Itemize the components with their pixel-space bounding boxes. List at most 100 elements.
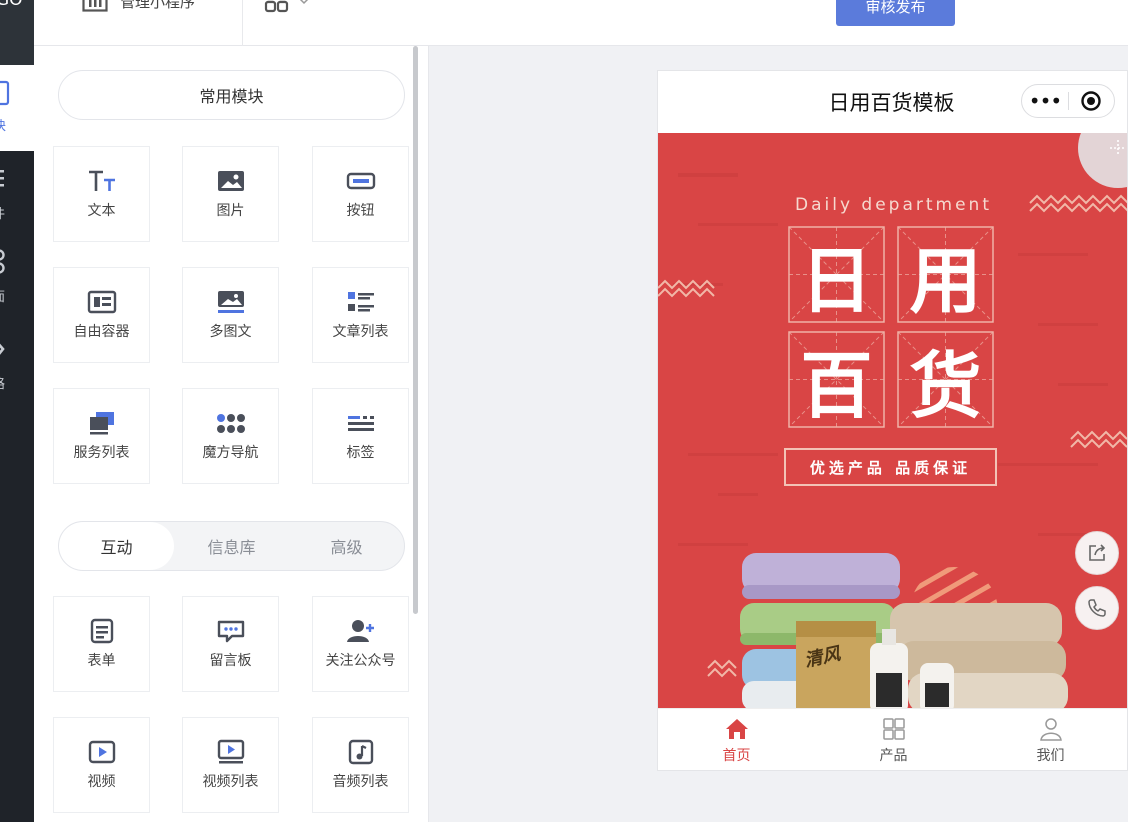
bottom-nav: 首页 产品 我们 — [658, 708, 1127, 770]
banner-char: 用 — [909, 239, 982, 323]
module-label: 魔方导航 — [202, 445, 259, 461]
module-label: 文章列表 — [332, 324, 389, 340]
module-label: 多图文 — [209, 324, 252, 340]
list-icon — [0, 170, 4, 187]
tab-info-library[interactable]: 信息库 — [174, 522, 289, 570]
nav-about-us[interactable]: 我们 — [972, 709, 1127, 770]
nav-label: 首页 — [722, 747, 751, 764]
service-list-icon — [89, 412, 114, 435]
nav-home[interactable]: 首页 — [658, 709, 815, 770]
record-icon — [1081, 91, 1102, 111]
grid-icon — [882, 717, 905, 740]
left-rail: 件 面 咯 — [0, 151, 34, 822]
module-tag[interactable]: 标签 — [312, 388, 409, 484]
module-label: 图片 — [216, 203, 245, 219]
divider — [242, 0, 243, 46]
share-icon — [1089, 544, 1106, 561]
capsule-menu: ••• — [1021, 84, 1115, 118]
rail-brand: GO — [0, 0, 34, 65]
module-article-list[interactable]: 文章列表 — [312, 267, 409, 363]
manage-label: 管理小程序 — [120, 0, 196, 11]
module-label: 留言板 — [209, 653, 252, 669]
banner-slogan: 优选产品 品质保证 — [809, 458, 972, 477]
apps-icon — [264, 0, 289, 13]
audio-list-icon — [348, 739, 373, 765]
module-service-list[interactable]: 服务列表 — [53, 388, 150, 484]
module-button[interactable]: 按钮 — [312, 146, 409, 242]
panel-scrollbar[interactable] — [413, 46, 418, 614]
text-icon — [88, 170, 115, 191]
message-board-icon — [217, 620, 244, 643]
module-label: 视频 — [87, 774, 116, 790]
rail-item-label: 咯 — [0, 373, 5, 392]
module-label: 标签 — [346, 445, 375, 461]
module-form[interactable]: 表单 — [53, 596, 150, 692]
module-icon — [0, 80, 10, 106]
module-label: 文本 — [87, 203, 116, 219]
banner-subtitle: Daily department — [795, 195, 992, 215]
view-switcher[interactable] — [264, 0, 310, 14]
tag-icon — [347, 416, 374, 431]
phone-title: 日用百货模板 — [828, 91, 955, 115]
phone-header: 日用百货模板 ••• — [658, 71, 1127, 133]
brand-fragment: GO — [0, 0, 23, 10]
module-container[interactable]: 自由容器 — [53, 267, 150, 363]
video-icon — [88, 740, 115, 764]
manage-miniprogram-link[interactable]: 管理小程序 — [82, 0, 195, 16]
cube-nav-icon — [216, 414, 245, 433]
module-audio-list[interactable]: 音频列表 — [312, 717, 409, 813]
top-bar: 管理小程序 审核发布 — [34, 0, 1128, 46]
module-multi-image-text[interactable]: 多图文 — [182, 267, 279, 363]
section-title[interactable]: 常用模块 — [58, 70, 405, 120]
tab-interact[interactable]: 互动 — [59, 522, 174, 570]
module-label: 音频列表 — [332, 774, 389, 790]
form-icon — [90, 618, 113, 644]
multi-image-text-icon — [217, 291, 244, 313]
phone-call-button[interactable] — [1075, 586, 1119, 630]
module-label: 按钮 — [346, 203, 375, 219]
module-message-board[interactable]: 留言板 — [182, 596, 279, 692]
article-list-icon — [347, 292, 374, 312]
button-icon — [346, 172, 375, 190]
rail-item-module[interactable]: 块 — [0, 65, 34, 151]
pages-icon — [0, 249, 5, 274]
follow-account-icon — [346, 620, 374, 642]
nav-label: 产品 — [879, 747, 908, 764]
module-label: 表单 — [87, 653, 116, 669]
module-panel: 常用模块 文本 图片 按钮 自由容器 多图文 文章列表 服务列表 魔方导航 标签… — [34, 46, 429, 822]
category-tabs: 互动 信息库 高级 — [58, 521, 405, 571]
rail-item-label: 面 — [0, 286, 5, 305]
module-label: 关注公众号 — [325, 653, 396, 669]
rail-item-label: 块 — [0, 115, 6, 134]
module-video[interactable]: 视频 — [53, 717, 150, 813]
hero-banner[interactable]: Daily department 日 用 百 货 优选产品 品质保证 清风 — [658, 133, 1127, 708]
chevron-down-icon — [299, 0, 309, 5]
image-icon — [217, 171, 244, 191]
chart-icon — [82, 0, 108, 12]
module-image[interactable]: 图片 — [182, 146, 279, 242]
user-icon — [1039, 717, 1062, 741]
module-text[interactable]: 文本 — [53, 146, 150, 242]
module-label: 视频列表 — [202, 774, 259, 790]
nav-label: 我们 — [1036, 747, 1065, 764]
module-cube-nav[interactable]: 魔方导航 — [182, 388, 279, 484]
home-icon — [725, 718, 748, 739]
share-button[interactable] — [1075, 531, 1119, 575]
module-follow-account[interactable]: 关注公众号 — [312, 596, 409, 692]
module-label: 服务列表 — [73, 445, 130, 461]
video-list-icon — [217, 739, 244, 764]
tab-advanced[interactable]: 高级 — [289, 522, 404, 570]
rail-item-label: 件 — [0, 203, 5, 222]
nav-products[interactable]: 产品 — [815, 709, 972, 770]
banner-char: 日 — [800, 239, 873, 323]
banner-char: 百 — [800, 344, 873, 428]
phone-icon — [1088, 599, 1106, 617]
module-video-list[interactable]: 视频列表 — [182, 717, 279, 813]
module-label: 自由容器 — [73, 324, 130, 340]
close-miniprogram-button[interactable] — [1069, 90, 1114, 112]
publish-button[interactable]: 审核发布 — [836, 0, 955, 26]
route-icon — [0, 343, 5, 355]
banner-char: 货 — [909, 344, 982, 428]
banner-art — [658, 133, 1127, 708]
more-icon[interactable]: ••• — [1022, 91, 1068, 111]
